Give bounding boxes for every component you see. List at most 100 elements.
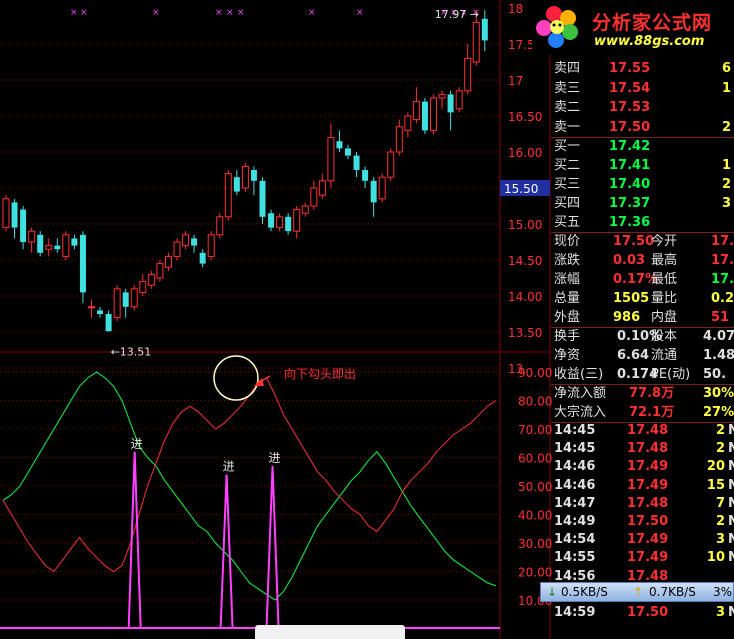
ask-row: 卖四 17.55 6 <box>551 59 734 78</box>
tick-volume: 10 <box>706 550 725 566</box>
flow-value: 77.8万 <box>629 386 675 401</box>
ask-label: 卖三 <box>554 80 581 96</box>
candle-body-down <box>11 202 18 228</box>
quote-label: 外盘 <box>554 310 581 325</box>
top-marker: × <box>356 8 364 18</box>
tick-flag: N <box>728 459 734 475</box>
download-speed: 0.5KB/S <box>561 585 608 599</box>
tick-flag: N <box>728 477 734 493</box>
candle-body-down <box>250 170 257 181</box>
candle-body-down <box>199 252 206 264</box>
annotation-circle <box>213 355 259 401</box>
candle-body-up <box>318 180 326 196</box>
tick-row: 14:54 17.49 3 N <box>551 531 734 549</box>
quote-label: 量比 <box>651 291 678 306</box>
fundamental-row: 净资 6.64流通 1.48亿 <box>551 346 734 365</box>
ask-row: 卖三 17.54 1 <box>551 79 734 98</box>
quote-label: 最高 <box>651 253 678 268</box>
network-speed-bar[interactable]: ↓ 0.5KB/S ↑ 0.7KB/S 3% <box>540 582 734 602</box>
tick-price: 17.48 <box>627 441 669 457</box>
candle-body-up <box>395 126 403 153</box>
indicator-tick-label: 90.00 <box>518 366 552 380</box>
tick-volume: 7 <box>715 495 725 511</box>
bid-row: 买一 17.42 <box>551 137 734 156</box>
candle-body-up <box>438 93 446 99</box>
indicator-tick-label: 20.00 <box>518 566 552 580</box>
tick-price: 17.48 <box>627 423 669 438</box>
signal-label: 进 <box>131 437 143 451</box>
ask-label: 卖一 <box>554 119 581 135</box>
candle-body-down <box>268 213 275 228</box>
candle-body-up <box>387 151 395 178</box>
taskbar-tray[interactable] <box>255 625 405 639</box>
tick-volume: 3 <box>715 605 725 620</box>
candle-body-up <box>45 245 53 250</box>
fundamental-row: 换手0.10%股本4.07亿 <box>551 327 734 346</box>
logo-title: 分析家公式网 <box>592 12 713 34</box>
tick-row: 14:45 17.48 2 N <box>551 440 734 458</box>
tick-time: 14:46 <box>554 459 596 475</box>
tick-row: 14:59 17.50 3 N <box>551 604 734 622</box>
candle-body-down <box>447 94 454 113</box>
quote-value: 986 <box>613 310 641 325</box>
candle-body-up <box>130 288 138 308</box>
price-tick-label: 16.50 <box>508 110 542 124</box>
candle-body-up <box>2 198 10 229</box>
candle-body-down <box>79 234 86 293</box>
top-marker: × <box>70 8 78 18</box>
panel-separator <box>551 137 734 138</box>
upload-speed: 0.7KB/S <box>649 585 696 599</box>
price-tick-label: 17 <box>508 74 523 88</box>
candle-body-up <box>147 273 155 286</box>
indicator-tick-label: 30.00 <box>518 537 552 551</box>
candle-body-down <box>336 141 343 149</box>
signal-spike <box>127 451 142 629</box>
tick-volume: 2 <box>715 441 725 457</box>
bid-label: 买四 <box>554 196 581 211</box>
tick-time: 14:45 <box>554 441 596 457</box>
candle-body-down <box>105 314 112 332</box>
tick-time: 14:46 <box>554 477 596 493</box>
quote-label: 总量 <box>554 291 581 306</box>
candle-body-up <box>156 263 164 279</box>
candle-body-up <box>310 187 318 207</box>
flow-label: 大宗流入 <box>554 405 607 420</box>
candle-body-up <box>62 234 70 257</box>
candle-body-up <box>182 234 190 247</box>
quote-value: 17.6 <box>711 253 734 268</box>
quote-value: 0.03 <box>613 253 646 268</box>
tick-time: 14:54 <box>554 532 596 548</box>
flow-value: 72.1万 <box>629 405 675 420</box>
price-tick-label: 18 <box>508 2 523 16</box>
indicator-tick-label: 70.00 <box>518 423 552 437</box>
flow-row: 大宗流入 72.1万 27% <box>551 403 734 422</box>
candle-body-down <box>97 310 104 314</box>
fundamental-label: PE(动) <box>651 367 691 382</box>
ask-row: 卖二 17.53 <box>551 98 734 117</box>
panel-separator <box>551 422 734 423</box>
bid-label: 买五 <box>554 215 581 230</box>
panel-separator <box>551 232 734 233</box>
candle-body-up <box>472 21 480 63</box>
candle-body-down <box>71 238 78 246</box>
tick-row: 14:46 17.49 20 N <box>551 458 734 476</box>
candle-body-down <box>362 170 369 181</box>
top-marker: × <box>226 8 234 18</box>
flower-logo-icon <box>536 6 578 48</box>
ask-row: 卖一 17.50 2 <box>551 118 734 137</box>
network-percent: 3% <box>713 585 733 599</box>
tick-time: 14:47 <box>554 495 596 511</box>
quote-row: 总量 1505 量比 0.2 <box>551 289 734 308</box>
candle-body-down <box>233 177 240 192</box>
tick-volume: 2 <box>715 514 725 529</box>
bid-price: 17.42 <box>609 139 651 154</box>
quote-label: 现价 <box>554 234 581 249</box>
quote-value: 0.2 <box>711 291 734 306</box>
bid-row: 买五 17.36 <box>551 213 734 232</box>
candle-body-up <box>113 288 121 319</box>
top-marker: × <box>237 8 245 18</box>
quote-value: 17.5 <box>711 234 734 249</box>
candle-body-down <box>20 209 27 242</box>
annotation-arrowhead <box>254 378 264 386</box>
signal-label: 进 <box>269 451 281 465</box>
